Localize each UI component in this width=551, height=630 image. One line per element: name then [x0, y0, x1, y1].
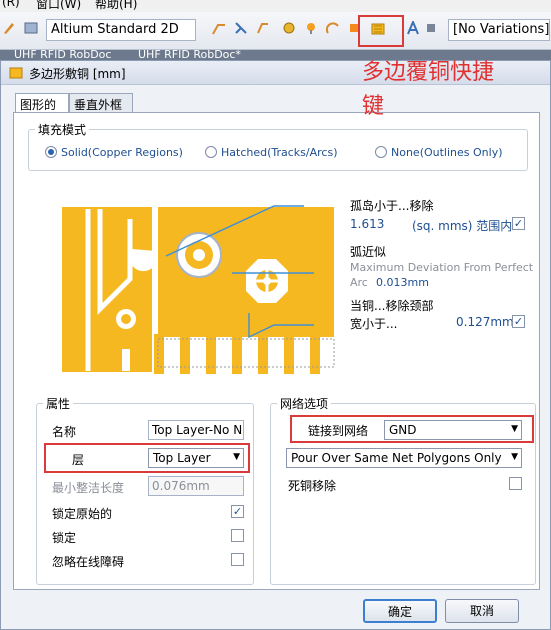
fill-mode-legend: 填充模式 — [38, 123, 87, 137]
menu-item-help[interactable]: 帮助(H) — [95, 0, 137, 12]
layer-label: 层 — [72, 453, 85, 467]
arc-desc-2: Arc — [350, 276, 368, 289]
ignore-drc-label: 忽略在线障碍 — [52, 555, 125, 569]
pencil-icon[interactable] — [2, 21, 16, 35]
cancel-button[interactable]: 取消 — [445, 599, 519, 623]
variations-combo[interactable]: [No Variations] — [448, 19, 550, 41]
neck-remove-checkbox[interactable]: ✓ — [512, 315, 525, 328]
min-prim-input[interactable]: 0.076mm — [148, 476, 244, 496]
fill-none-radio[interactable]: None(Outlines Only) — [375, 146, 503, 159]
lock-prims-checkbox[interactable]: ✓ — [231, 505, 244, 518]
polygon-pour-dialog: 多边形敷铜 [mm] 图形的 垂直外框 填充模式 Solid(Copper Re… — [0, 60, 551, 630]
route-icon[interactable] — [212, 21, 226, 35]
fill-hatched-radio[interactable]: Hatched(Tracks/Arcs) — [205, 146, 337, 159]
tab-panel: 填充模式 Solid(Copper Regions) Hatched(Track… — [13, 112, 540, 590]
island-value[interactable]: 1.613 — [350, 217, 384, 231]
chevron-down-icon: ▼ — [511, 424, 518, 434]
string-icon[interactable] — [406, 21, 420, 35]
neck-label: 宽小于... — [350, 317, 398, 331]
min-prim-label: 最小整洁长度 — [52, 481, 125, 495]
layer-icon[interactable] — [24, 21, 38, 35]
locked-label: 锁定 — [52, 531, 77, 545]
polygon-pour-icon[interactable] — [371, 22, 385, 36]
diff-pair-icon[interactable] — [256, 21, 270, 35]
layer-select[interactable]: Top Layer ▼ — [148, 448, 244, 468]
connect-net-select[interactable]: GND ▼ — [384, 420, 522, 440]
arc-desc: Maximum Deviation From Perfect — [350, 261, 534, 274]
connect-net-label: 链接到网络 — [308, 424, 369, 438]
name-label: 名称 — [52, 425, 77, 439]
illustration-callouts — [165, 205, 314, 339]
chevron-down-icon: ▼ — [233, 452, 240, 462]
annotation-shortcut-text: 多边覆铜快捷 — [362, 60, 495, 85]
lock-prims-label: 锁定原始的 — [52, 507, 113, 521]
dialog-title: 多边形敷铜 [mm] — [29, 67, 126, 81]
arc-title: 弧近似 — [350, 245, 387, 259]
name-input[interactable]: Top Layer-No Net — [148, 420, 244, 440]
island-unit: (sq. mms) 范围内 — [412, 219, 513, 233]
annotation-shortcut-text-2: 键 — [362, 94, 385, 119]
radio-selected-icon — [45, 146, 57, 158]
pad-icon[interactable] — [282, 21, 296, 35]
toolbar: Altium Standard 2D [No Variations] — [0, 12, 551, 50]
tab-outline-vertices[interactable]: 垂直外框 — [69, 93, 133, 113]
remove-dead-copper-checkbox[interactable] — [509, 477, 522, 490]
component-icon[interactable] — [424, 21, 438, 35]
menu-item-r[interactable]: (R) — [2, 0, 20, 9]
polygon-icon — [9, 67, 23, 79]
properties-legend: 属性 — [46, 397, 71, 411]
net-options-legend: 网络选项 — [280, 397, 329, 411]
chevron-down-icon: ▼ — [511, 452, 518, 462]
arc-icon[interactable] — [326, 21, 340, 35]
arc-value[interactable]: 0.013mm — [376, 276, 429, 289]
locked-checkbox[interactable] — [231, 529, 244, 542]
fill-mode-group: 填充模式 Solid(Copper Regions) Hatched(Track… — [28, 121, 528, 171]
ok-button[interactable]: 确定 — [363, 599, 437, 623]
view-configuration-combo[interactable]: Altium Standard 2D — [46, 19, 196, 41]
neck-title: 当铜...移除颈部 — [350, 299, 434, 313]
island-remove-checkbox[interactable]: ✓ — [512, 217, 525, 230]
pour-over-select[interactable]: Pour Over Same Net Polygons Only ▼ — [286, 448, 522, 468]
remove-dead-copper-label: 死铜移除 — [288, 479, 337, 493]
via-icon[interactable] — [304, 21, 318, 35]
dialog-tabs: 图形的 垂直外框 — [15, 93, 315, 115]
fill-solid-radio[interactable]: Solid(Copper Regions) — [45, 146, 183, 159]
interactive-route-icon[interactable] — [234, 21, 248, 35]
neck-value[interactable]: 0.127mm — [456, 315, 514, 329]
radio-icon — [205, 146, 217, 158]
menu-bar: (R) 窗口(W) 帮助(H) — [0, 0, 551, 12]
ignore-drc-checkbox[interactable] — [231, 553, 244, 566]
radio-icon — [375, 146, 387, 158]
menu-item-window[interactable]: 窗口(W) — [36, 0, 81, 12]
island-title: 孤岛小于...移除 — [350, 199, 434, 213]
